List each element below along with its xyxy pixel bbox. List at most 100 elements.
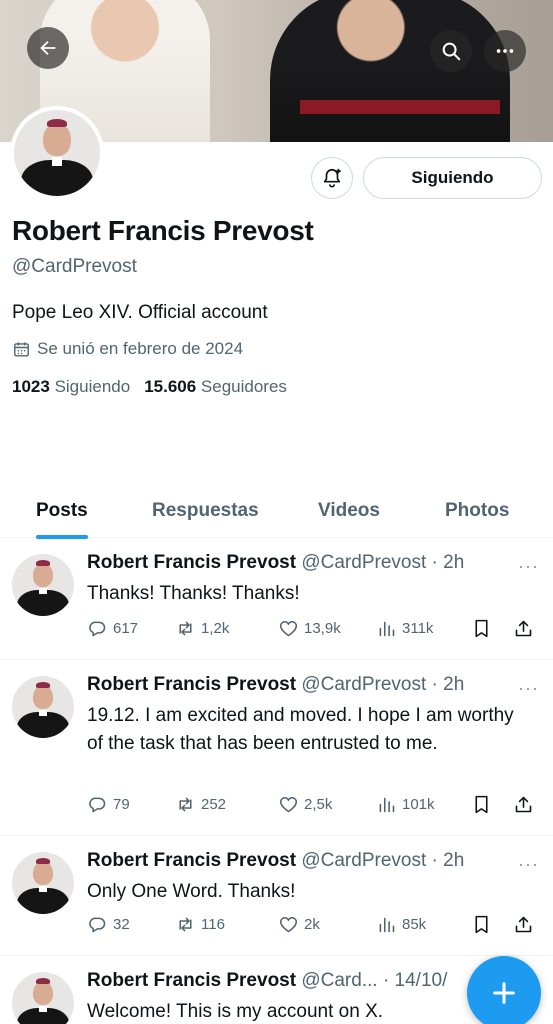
profile-stats: 1023 Siguiendo 15.606 Seguidores [12, 377, 287, 397]
repost-count: 252 [201, 796, 227, 813]
share-button[interactable] [513, 794, 534, 815]
views-button[interactable]: 85k [376, 914, 471, 935]
banner-figure-right [270, 0, 510, 142]
reply-count: 32 [113, 916, 130, 933]
repost-button[interactable]: 252 [175, 794, 278, 815]
heart-icon [279, 796, 298, 813]
profile-bio: Pope Leo XIV. Official account [12, 302, 268, 323]
post-author-name[interactable]: Robert Francis Prevost [87, 970, 296, 991]
share-button[interactable] [513, 914, 534, 935]
joined-text: Se unió en febrero de 2024 [37, 339, 244, 358]
profile-avatar[interactable] [10, 106, 104, 200]
post-header: Robert Francis Prevost @Card... · 14/10/ [87, 970, 447, 992]
profile-name: Robert Francis Prevost [12, 215, 314, 246]
post-item[interactable]: Robert Francis Prevost @CardPrevost · 2h… [0, 660, 553, 836]
post-author-name[interactable]: Robert Francis Prevost [87, 674, 296, 695]
repost-icon [179, 917, 192, 932]
repost-button[interactable]: 116 [175, 914, 278, 935]
following-button[interactable]: Siguiendo [363, 157, 542, 199]
post-header: Robert Francis Prevost @CardPrevost · 2h [87, 674, 464, 696]
like-count: 2,5k [304, 796, 333, 813]
bookmark-icon [475, 795, 488, 814]
like-button[interactable]: 2k [278, 914, 376, 935]
reply-count: 79 [113, 796, 130, 813]
profile-tabs: Posts Respuestas Videos Photos [0, 484, 553, 539]
heart-icon [279, 620, 298, 637]
bookmark-button[interactable] [471, 914, 513, 935]
calendar-icon [14, 341, 29, 357]
search-icon [442, 42, 461, 61]
bookmark-button[interactable] [471, 794, 513, 815]
views-button[interactable]: 311k [376, 618, 471, 639]
avatar-image [12, 852, 74, 914]
reply-button[interactable]: 32 [87, 914, 175, 935]
avatar-image [12, 972, 74, 1024]
views-count: 85k [402, 916, 427, 933]
share-icon [515, 796, 532, 813]
like-button[interactable]: 2,5k [278, 794, 376, 815]
post-item[interactable]: Robert Francis Prevost @CardPrevost · 2h… [0, 836, 553, 956]
post-author-name[interactable]: Robert Francis Prevost [87, 552, 296, 573]
followers-stat[interactable]: 15.606 Seguidores [144, 377, 287, 397]
views-icon [379, 797, 395, 813]
following-stat[interactable]: 1023 Siguiendo [12, 377, 130, 397]
views-icon [379, 621, 395, 637]
post-avatar[interactable] [12, 852, 74, 914]
banner-sash [300, 100, 500, 114]
like-count: 2k [304, 916, 320, 933]
reply-icon [89, 621, 106, 637]
heart-icon [279, 916, 298, 933]
post-avatar[interactable] [12, 972, 74, 1024]
reply-button[interactable]: 617 [87, 618, 175, 639]
post-text: 19.12. I am excited and moved. I hope I … [87, 705, 514, 754]
post-meta: @CardPrevost · 2h [301, 850, 465, 871]
avatar-image [12, 554, 74, 616]
like-button[interactable]: 13,9k [278, 618, 376, 639]
post-more-icon[interactable]: ··· [518, 556, 539, 577]
back-button[interactable] [27, 27, 69, 69]
avatar-image [12, 676, 74, 738]
post-avatar[interactable] [12, 676, 74, 738]
post-avatar[interactable] [12, 554, 74, 616]
tab-photos[interactable]: Photos [445, 484, 509, 538]
post-header: Robert Francis Prevost @CardPrevost · 2h [87, 552, 464, 574]
repost-button[interactable]: 1,2k [175, 618, 278, 639]
search-button[interactable] [430, 30, 472, 72]
tab-replies[interactable]: Respuestas [152, 484, 259, 538]
post-item[interactable]: Robert Francis Prevost @CardPrevost · 2h… [0, 538, 553, 660]
post-meta: @CardPrevost · 2h [301, 552, 465, 573]
notifications-button[interactable] [311, 157, 353, 199]
post-actions: 79 252 2,5k 101k [87, 794, 542, 815]
post-more-icon[interactable]: ··· [518, 678, 539, 699]
reply-icon [89, 797, 106, 813]
reply-count: 617 [113, 620, 139, 637]
post-author-name[interactable]: Robert Francis Prevost [87, 850, 296, 871]
post-text: Only One Word. Thanks! [87, 881, 296, 902]
post-actions: 32 116 2k 85k [87, 914, 542, 935]
repost-icon [179, 797, 192, 812]
views-button[interactable]: 101k [376, 794, 471, 815]
post-meta: @CardPrevost · 2h [301, 674, 465, 695]
bookmark-icon [475, 619, 488, 638]
share-button[interactable] [513, 618, 534, 639]
compose-button[interactable] [467, 956, 541, 1024]
bell-plus-icon [323, 168, 341, 188]
post-text: Welcome! This is my account on X. [87, 1001, 384, 1022]
tab-videos[interactable]: Videos [318, 484, 380, 538]
arrow-left-icon [40, 40, 56, 56]
bookmark-icon [475, 915, 488, 934]
repost-count: 1,2k [201, 620, 230, 637]
bookmark-button[interactable] [471, 618, 513, 639]
profile-handle: @CardPrevost [12, 256, 137, 277]
avatar-image [14, 110, 100, 196]
more-options-button[interactable] [484, 30, 526, 72]
reply-button[interactable]: 79 [87, 794, 175, 815]
joined-date: Se unió en febrero de 2024 [12, 339, 243, 359]
share-icon [515, 620, 532, 637]
post-text: Thanks! Thanks! Thanks! [87, 583, 300, 604]
views-icon [379, 917, 395, 933]
post-more-icon[interactable]: ··· [518, 854, 539, 875]
like-count: 13,9k [304, 620, 341, 637]
views-count: 101k [402, 796, 435, 813]
tab-posts[interactable]: Posts [36, 484, 88, 539]
